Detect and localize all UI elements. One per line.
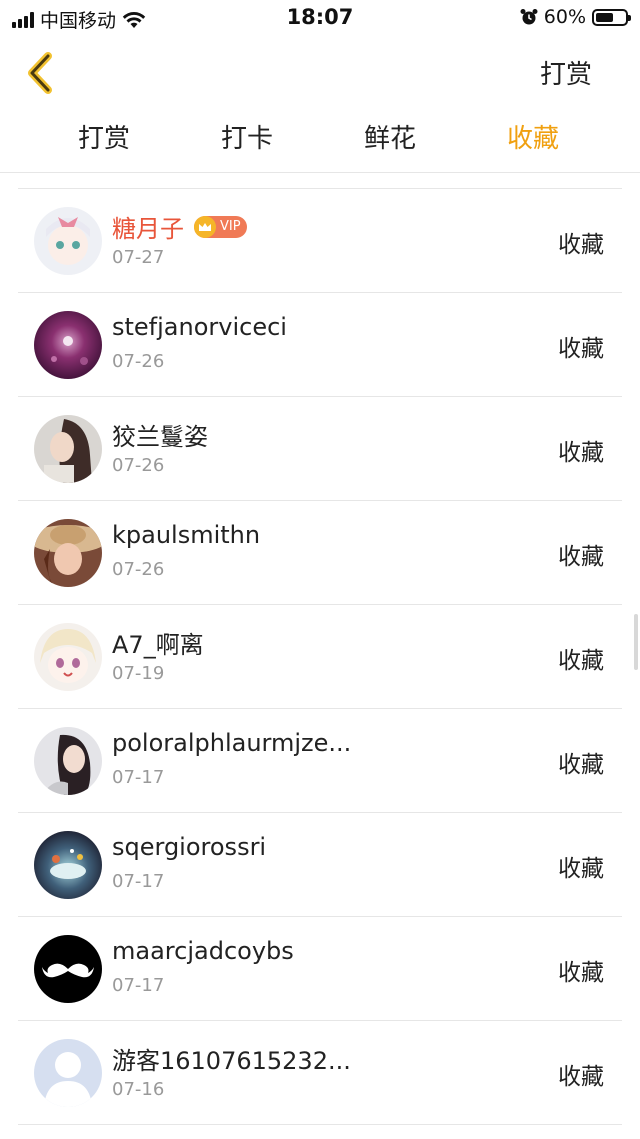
reward-button[interactable]: 打赏 <box>540 54 592 91</box>
battery-icon <box>592 8 631 26</box>
date: 07-17 <box>112 975 165 996</box>
list-item[interactable]: 糖月子 VIP 07-27 收藏 <box>18 189 622 293</box>
battery-percent: 60% <box>543 6 586 28</box>
username: stefjanorviceci <box>112 313 287 341</box>
username: kpaulsmithn <box>112 521 261 549</box>
list-item[interactable]: poloralphlaurmjze... 07-17 收藏 <box>18 709 622 813</box>
back-button[interactable] <box>22 50 62 96</box>
favorites-list: 糖月子 VIP 07-27 收藏 stefjanorviceci 07-26 收… <box>18 188 622 1125</box>
date: 07-17 <box>112 871 165 892</box>
username: maarcjadcoybs <box>112 937 294 965</box>
date: 07-26 <box>112 351 165 372</box>
tab-bar: 打赏 打卡 鲜花 收藏 <box>0 118 640 168</box>
date: 07-26 <box>112 559 165 580</box>
avatar <box>34 311 102 379</box>
avatar <box>34 1039 102 1107</box>
avatar <box>34 623 102 691</box>
username: 游客16107615232... <box>112 1047 351 1075</box>
avatar <box>34 519 102 587</box>
username: 糖月子 VIP <box>112 209 247 244</box>
date: 07-27 <box>112 247 165 268</box>
action-label: 收藏 <box>558 960 604 986</box>
username: sqergiorossri <box>112 833 267 861</box>
list-item[interactable]: sqergiorossri 07-17 收藏 <box>18 813 622 917</box>
username: 狡兰鬘姿 <box>112 423 208 451</box>
username: A7_啊离 <box>112 631 204 659</box>
avatar <box>34 207 102 275</box>
crown-icon <box>194 215 216 238</box>
avatar <box>34 831 102 899</box>
list-item[interactable]: 游客16107615232... 07-16 收藏 <box>18 1021 622 1125</box>
vip-label: VIP <box>220 219 241 234</box>
list-item[interactable]: 狡兰鬘姿 07-26 收藏 <box>18 397 622 501</box>
action-label: 收藏 <box>558 752 604 778</box>
action-label: 收藏 <box>558 232 604 258</box>
date: 07-26 <box>112 455 165 476</box>
scrollbar[interactable] <box>634 614 638 670</box>
status-bar: 中国移动 18:07 60% <box>0 0 640 36</box>
action-label: 收藏 <box>558 1064 604 1090</box>
list-item[interactable]: maarcjadcoybs 07-17 收藏 <box>18 917 622 1021</box>
action-label: 收藏 <box>558 544 604 570</box>
action-label: 收藏 <box>558 856 604 882</box>
tab-checkin[interactable]: 打卡 <box>187 118 307 155</box>
list-item[interactable]: kpaulsmithn 07-26 收藏 <box>18 501 622 605</box>
alarm-icon <box>520 9 538 25</box>
action-label: 收藏 <box>558 440 604 466</box>
avatar <box>34 935 102 1003</box>
list-item[interactable]: A7_啊离 07-19 收藏 <box>18 605 622 709</box>
list-item[interactable]: stefjanorviceci 07-26 收藏 <box>18 293 622 397</box>
tabs-divider <box>0 172 640 173</box>
action-label: 收藏 <box>558 336 604 362</box>
tab-flowers[interactable]: 鲜花 <box>330 118 450 155</box>
tab-favorites[interactable]: 收藏 <box>473 118 593 155</box>
vip-badge: VIP <box>194 215 247 238</box>
username-text: 糖月子 <box>112 215 184 243</box>
avatar <box>34 415 102 483</box>
date: 07-16 <box>112 1079 165 1100</box>
action-label: 收藏 <box>558 648 604 674</box>
chevron-left-icon <box>28 52 52 94</box>
avatar <box>34 727 102 795</box>
date: 07-17 <box>112 767 165 788</box>
status-right: 60% <box>520 6 631 28</box>
tab-reward[interactable]: 打赏 <box>44 118 164 155</box>
username: poloralphlaurmjze... <box>112 729 352 757</box>
date: 07-19 <box>112 663 165 684</box>
